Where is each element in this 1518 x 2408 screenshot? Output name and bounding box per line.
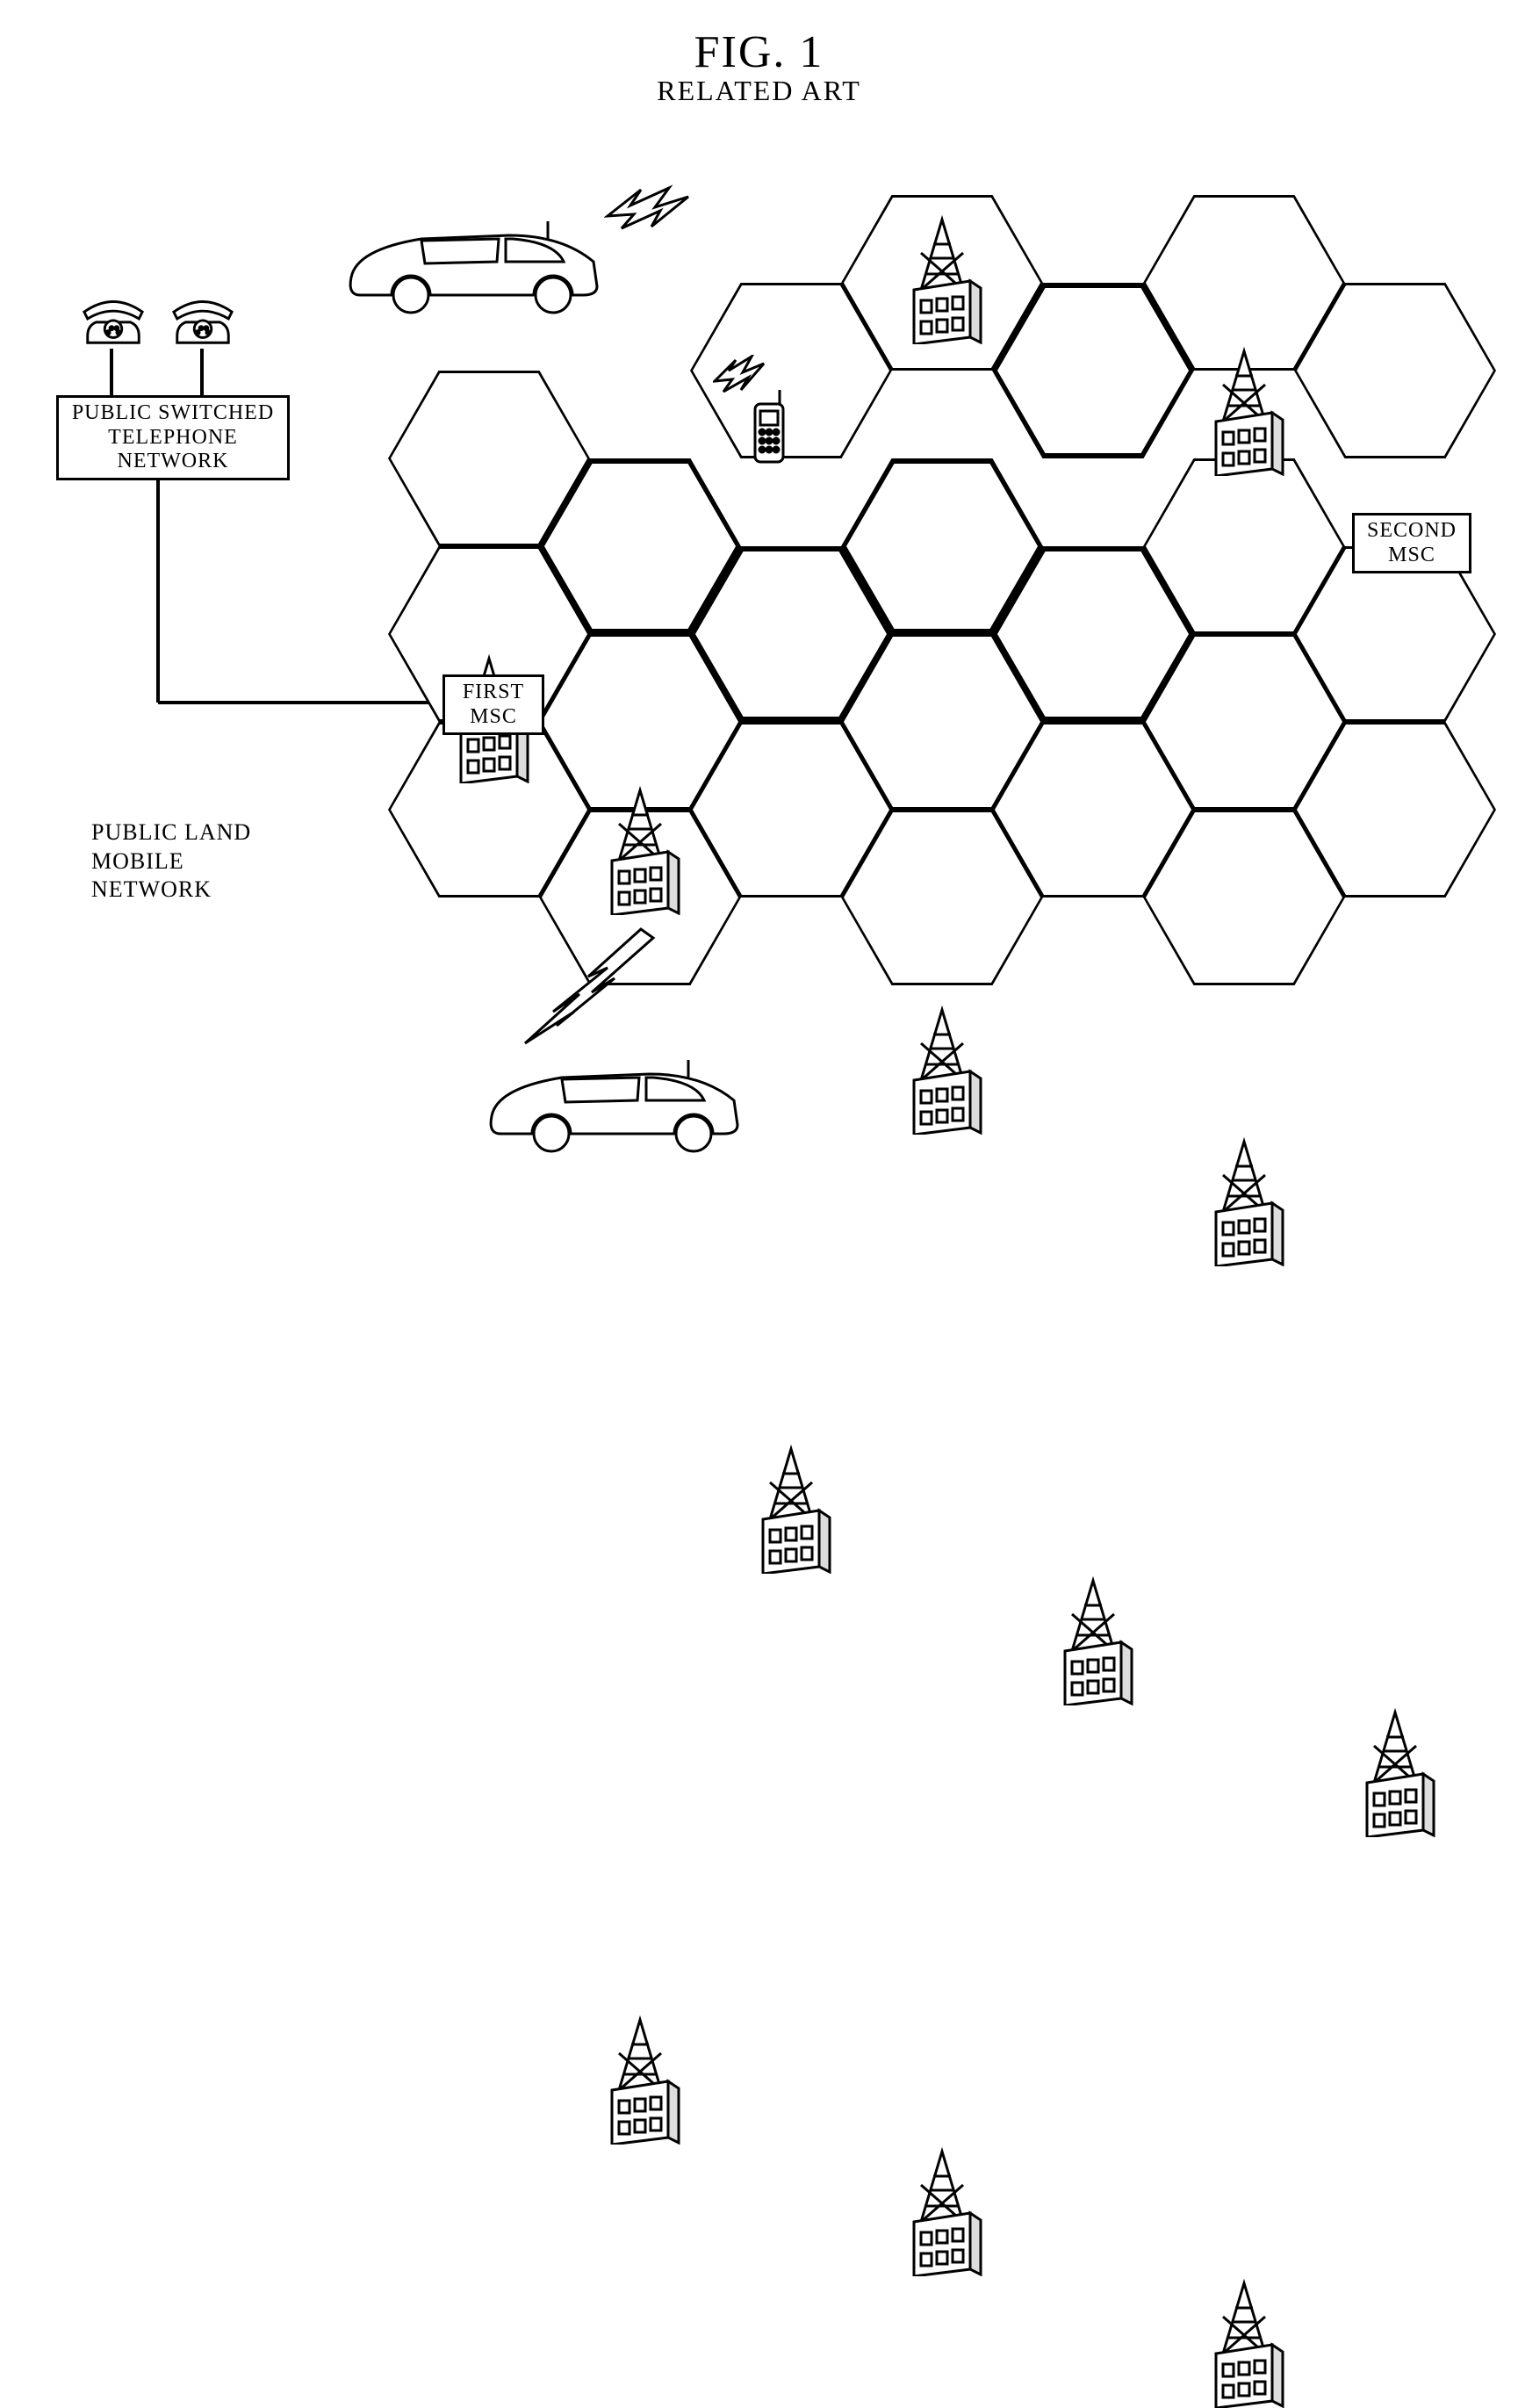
cell-tower-icon	[900, 2145, 984, 2276]
radio-signal-icon	[604, 184, 692, 234]
cell-tower-icon	[749, 1442, 833, 1574]
radio-signal-icon	[509, 924, 667, 1056]
cell-tower-icon	[900, 1003, 984, 1135]
car-icon	[334, 204, 606, 318]
radio-signal-icon	[713, 355, 766, 395]
plmn-label: PUBLIC LAND MOBILENETWORK	[91, 818, 337, 905]
cell-tower-icon	[1202, 344, 1286, 476]
cell-tower-icon	[1353, 1705, 1437, 1837]
cell-tower-icon	[1051, 1574, 1135, 1705]
mobile-handset-icon	[746, 388, 792, 467]
cell-tower-icon	[598, 783, 682, 915]
figure-title: FIG. 1	[18, 26, 1500, 78]
cell-tower-icon	[1202, 2276, 1286, 2408]
diagram-canvas: PUBLIC SWITCHEDTELEPHONE NETWORK PUBLIC …	[18, 133, 1500, 1275]
second-msc-box: SECONDMSC	[1352, 513, 1471, 573]
figure-subtitle: RELATED ART	[18, 75, 1500, 107]
cell-tower-icon	[1202, 1135, 1286, 1266]
car-icon	[474, 1042, 746, 1157]
cell-tower-icon	[598, 2013, 682, 2145]
first-msc-box: FIRSTMSC	[442, 674, 544, 735]
telephone-icon	[169, 283, 237, 351]
telephone-icon	[79, 283, 147, 351]
pstn-box: PUBLIC SWITCHEDTELEPHONE NETWORK	[56, 395, 290, 480]
cell-tower-icon	[900, 213, 984, 344]
